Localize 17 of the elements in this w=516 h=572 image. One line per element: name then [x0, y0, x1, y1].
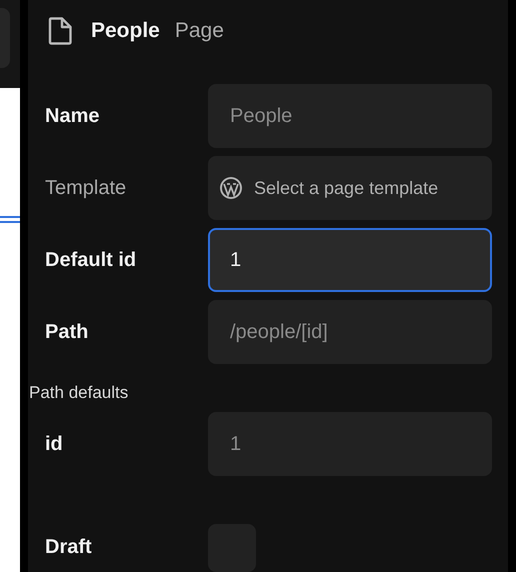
text-field[interactable]: 1: [208, 412, 492, 476]
field-label: Draft: [45, 535, 93, 560]
text-field[interactable]: /people/[id]: [208, 300, 492, 364]
page-type: Page: [174, 19, 224, 43]
selection-guide: [0, 216, 20, 223]
section-title: Path defaults: [29, 383, 130, 403]
wordpress-icon: [218, 175, 244, 201]
text-field[interactable]: People: [208, 84, 492, 148]
field-label: Path: [45, 320, 90, 344]
template-select[interactable]: Select a page template: [208, 156, 492, 220]
text-field[interactable]: 1: [208, 228, 492, 292]
field-label: Default id: [45, 248, 138, 272]
field-label: id: [45, 432, 64, 456]
page-icon: [47, 17, 73, 45]
field-label: Template: [45, 176, 128, 200]
field-label: Name: [45, 104, 100, 128]
page-title: People: [91, 19, 160, 43]
